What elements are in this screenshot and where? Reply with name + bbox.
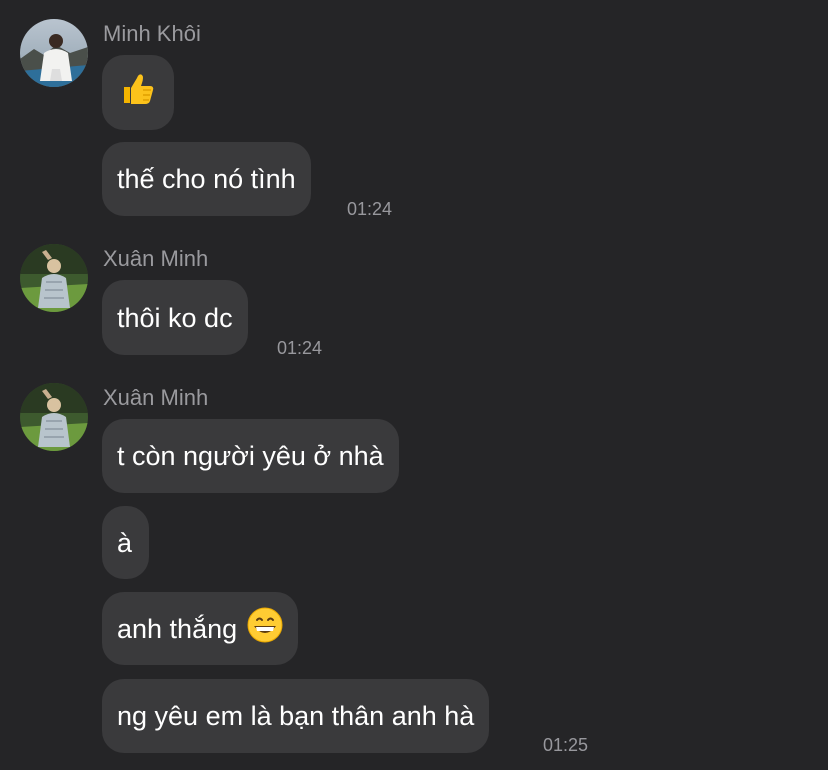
- sender-name: Xuân Minh: [103, 246, 209, 271]
- avatar[interactable]: [20, 19, 88, 87]
- avatar[interactable]: [20, 383, 88, 451]
- message-timestamp: 01:25: [543, 735, 589, 755]
- message-text: t còn người yêu ở nhà: [117, 441, 384, 471]
- message-bubble[interactable]: t còn người yêu ở nhà: [102, 419, 399, 493]
- message-text: ng yêu em là bạn thân anh hà: [117, 701, 475, 731]
- avatar[interactable]: [20, 244, 88, 312]
- message-timestamp: 01:24: [277, 338, 323, 358]
- chat-thread[interactable]: Minh Khôi thế cho nó tình 01:24 Xuân Min…: [0, 0, 828, 770]
- grinning-face-emoji: [247, 607, 283, 650]
- thumbs-up-emoji: [119, 70, 157, 115]
- message-bubble[interactable]: ng yêu em là bạn thân anh hà: [102, 679, 490, 753]
- message-bubble[interactable]: à: [102, 506, 149, 579]
- message-text: anh thắng: [117, 613, 238, 644]
- message-timestamp: 01:24: [347, 199, 393, 219]
- message-text: thế cho nó tình: [117, 164, 296, 194]
- message-bubble[interactable]: thế cho nó tình: [102, 142, 311, 216]
- message-text: thôi ko dc: [117, 302, 233, 333]
- message-text: à: [117, 527, 133, 558]
- message-bubble[interactable]: thôi ko dc: [102, 280, 248, 355]
- message-bubble[interactable]: anh thắng: [102, 592, 299, 665]
- sender-name: Minh Khôi: [103, 21, 201, 46]
- message-bubble[interactable]: [102, 55, 174, 130]
- sender-name: Xuân Minh: [103, 385, 209, 410]
